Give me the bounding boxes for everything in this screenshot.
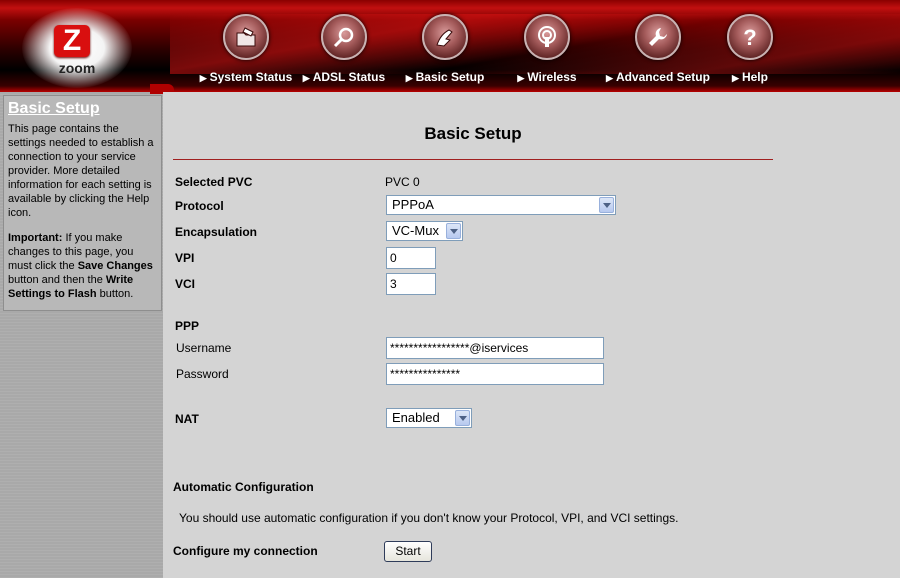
vci-input[interactable]: 3 [386, 273, 436, 295]
sidebar-important: Important: If you make changes to this p… [8, 232, 153, 300]
encapsulation-label: Encapsulation [175, 225, 258, 239]
sidebar-title: Basic Setup [8, 100, 100, 117]
question-icon[interactable]: ? [727, 14, 773, 60]
selected-pvc-value: PVC 0 [385, 175, 420, 189]
antenna-icon[interactable] [524, 14, 570, 60]
nav-label[interactable]: ▶ Help [718, 70, 782, 84]
svg-text:?: ? [743, 25, 756, 49]
nav-system-status[interactable]: ▶ System Status [196, 14, 296, 84]
sidebar-help-panel: Basic Setup This page contains the setti… [3, 95, 162, 311]
auto-config-text: You should use automatic configuration i… [179, 511, 679, 525]
chevron-down-icon[interactable] [446, 223, 461, 239]
nat-select[interactable]: Enabled [386, 408, 472, 428]
nav-wireless[interactable]: ▶ Wireless [497, 14, 597, 84]
nav-label[interactable]: ▶ ADSL Status [294, 70, 394, 84]
wrench-icon[interactable] [635, 14, 681, 60]
nav-label[interactable]: ▶ System Status [196, 70, 296, 84]
divider [173, 159, 773, 160]
nav-help[interactable]: ? ▶ Help [718, 14, 782, 84]
ppp-heading: PPP [175, 319, 200, 333]
vpi-input[interactable]: 0 [386, 247, 436, 269]
main-content: Basic Setup Selected PVC PVC 0 Protocol … [163, 92, 900, 578]
magnifier-icon[interactable] [321, 14, 367, 60]
password-label: Password [176, 367, 229, 381]
configure-label: Configure my connection [173, 544, 318, 558]
page-title: Basic Setup [424, 124, 522, 143]
logo-text: zoom [58, 60, 96, 76]
auto-config-heading: Automatic Configuration [173, 480, 314, 494]
encapsulation-select[interactable]: VC-Mux [386, 221, 463, 241]
nav-basic-setup[interactable]: ▶ Basic Setup [395, 14, 495, 84]
nat-label: NAT [175, 412, 199, 426]
selected-pvc-label: Selected PVC [175, 175, 253, 189]
protocol-label: Protocol [175, 199, 224, 213]
nav-adsl-status[interactable]: ▶ ADSL Status [294, 14, 394, 84]
nav-label[interactable]: ▶ Basic Setup [395, 70, 495, 84]
password-input[interactable]: *************** [386, 363, 604, 385]
chevron-down-icon[interactable] [455, 410, 470, 426]
username-label: Username [176, 341, 232, 355]
folder-icon[interactable] [223, 14, 269, 60]
nav-label[interactable]: ▶ Wireless [497, 70, 597, 84]
sidebar-intro: This page contains the settings needed t… [8, 123, 154, 219]
header-banner: Z zoom ▶ System Status ▶ ADSL Status ▶ Basi… [0, 0, 900, 92]
start-button[interactable]: Start [384, 541, 432, 562]
sidebar: Basic Setup This page contains the setti… [0, 92, 163, 578]
hand-icon[interactable] [422, 14, 468, 60]
chevron-down-icon[interactable] [599, 197, 614, 213]
nav-label[interactable]: ▶ Advanced Setup [598, 70, 718, 84]
nav-advanced-setup[interactable]: ▶ Advanced Setup [598, 14, 718, 84]
vci-label: VCI [175, 277, 196, 291]
zoom-logo-icon[interactable]: Z [54, 25, 90, 57]
sidebar-help-text: This page contains the settings needed t… [8, 122, 158, 312]
vpi-label: VPI [175, 251, 195, 265]
username-input[interactable]: *****************@iservices [386, 337, 604, 359]
protocol-select[interactable]: PPPoA [386, 195, 616, 215]
